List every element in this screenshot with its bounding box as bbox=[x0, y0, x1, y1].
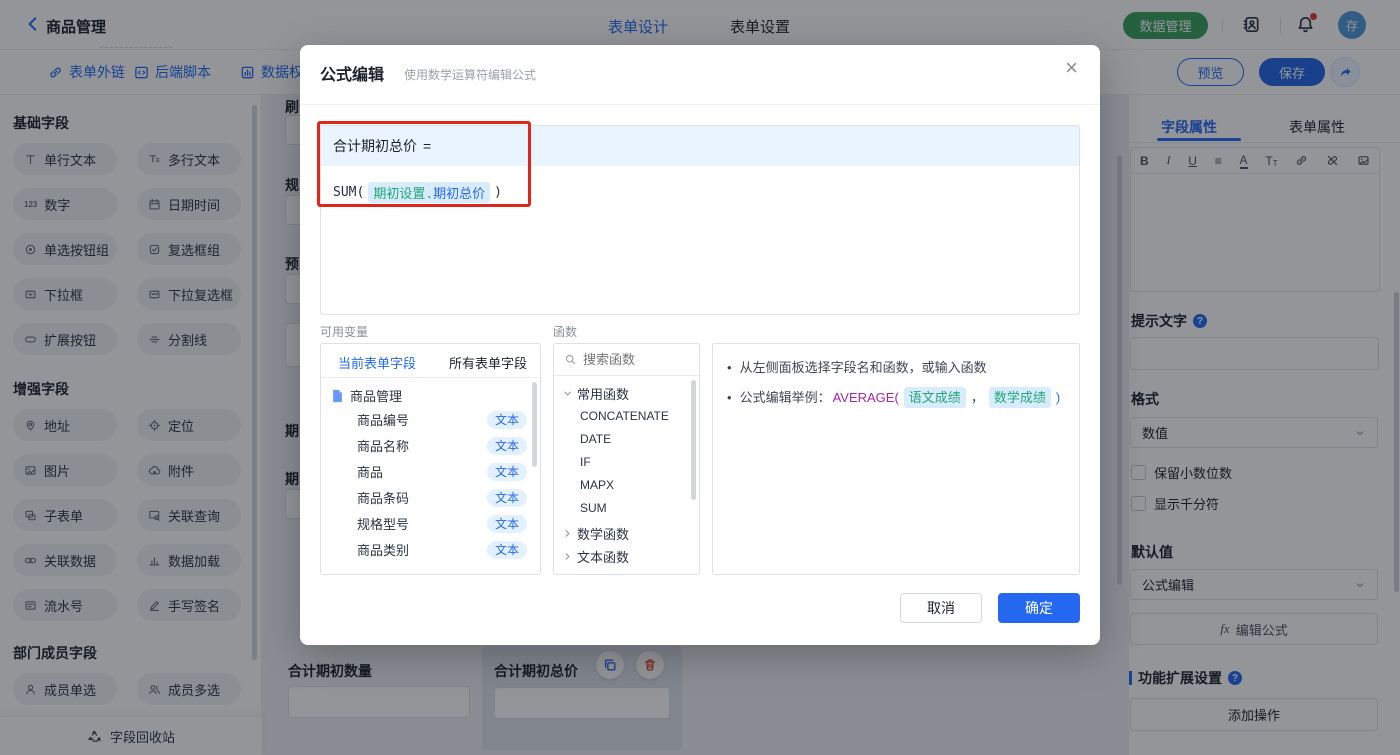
tab-all-form-fields[interactable]: 所有表单字段 bbox=[449, 353, 527, 372]
tree-field-row[interactable]: 商品类别 文本 bbox=[357, 540, 527, 559]
function-group-common[interactable]: 常用函数 bbox=[562, 384, 629, 403]
formula-function: SUM( bbox=[333, 185, 365, 200]
field-type-badge: 文本 bbox=[486, 540, 527, 559]
variables-label: 可用变量 bbox=[320, 325, 369, 339]
tree-field-row[interactable]: 商品编号 文本 bbox=[357, 410, 527, 429]
formula-editor[interactable]: 合计期初总价 = SUM( 期初设置.期初总价 ) bbox=[320, 125, 1080, 315]
tree-field-row[interactable]: 商品条码 文本 bbox=[357, 488, 527, 507]
help-tip-2: 公式编辑举例： AVERAGE( 语文成绩 ， 数学成绩 ) bbox=[727, 387, 1065, 408]
function-group-text[interactable]: 文本函数 bbox=[562, 547, 629, 566]
function-search[interactable] bbox=[554, 344, 699, 376]
equals-sign: = bbox=[423, 138, 432, 154]
function-item[interactable]: IF bbox=[580, 455, 591, 469]
functions-tree: 常用函数 CONCATENATE DATE IF MAPX SUM 数学函数 文… bbox=[554, 376, 699, 574]
variables-tabs: 当前表单字段 所有表单字段 bbox=[321, 344, 540, 378]
example-close-paren: ) bbox=[1055, 390, 1061, 405]
modal-header-divider bbox=[300, 104, 1100, 105]
formula-edit-modal: 公式编辑 使用数学运算符编辑公式 × 合计期初总价 = SUM( 期初设置.期初… bbox=[300, 45, 1100, 645]
chevron-right-icon bbox=[565, 553, 570, 560]
formula-close-paren: ) bbox=[494, 185, 502, 200]
example-arg-token: 语文成绩 bbox=[903, 387, 966, 408]
close-icon[interactable]: × bbox=[1065, 57, 1078, 79]
field-type-badge: 文本 bbox=[486, 462, 527, 481]
functions-panel: 常用函数 CONCATENATE DATE IF MAPX SUM 数学函数 文… bbox=[553, 343, 700, 575]
function-group-math[interactable]: 数学函数 bbox=[562, 524, 629, 543]
field-type-badge: 文本 bbox=[486, 514, 527, 533]
example-arg-token: 数学成绩 bbox=[988, 387, 1051, 408]
formula-target-bar: 合计期初总价 = bbox=[321, 126, 1079, 166]
tree-field-row[interactable]: 规格型号 文本 bbox=[357, 514, 527, 533]
functions-scrollbar[interactable] bbox=[691, 380, 696, 500]
modal-title: 公式编辑 bbox=[320, 67, 385, 84]
field-type-badge: 文本 bbox=[486, 436, 527, 455]
chevron-down-icon bbox=[564, 391, 571, 396]
tree-field-row[interactable]: 商品 文本 bbox=[357, 462, 527, 481]
functions-label: 函数 bbox=[553, 325, 578, 339]
variables-panel: 当前表单字段 所有表单字段 商品管理 商品编号 文本 商品名称 文本 商品 文本 商品… bbox=[320, 343, 541, 575]
field-type-badge: 文本 bbox=[486, 488, 527, 507]
field-type-badge: 文本 bbox=[486, 410, 527, 429]
help-panel: 从左侧面板选择字段名和函数，或输入函数 公式编辑举例： AVERAGE( 语文成… bbox=[712, 343, 1080, 575]
function-item[interactable]: DATE bbox=[580, 432, 611, 446]
function-search-input[interactable] bbox=[583, 352, 683, 367]
cancel-button[interactable]: 取消 bbox=[900, 593, 982, 623]
example-comma: ， bbox=[970, 390, 984, 405]
formula-target-field: 合计期初总价 bbox=[333, 138, 417, 154]
search-icon bbox=[565, 354, 576, 365]
example-function-name: AVERAGE( bbox=[832, 390, 899, 405]
variables-tree: 商品管理 商品编号 文本 商品名称 文本 商品 文本 商品条码 文本 规格型号 文本 商品… bbox=[321, 378, 540, 574]
tab-current-form-fields[interactable]: 当前表单字段 bbox=[338, 353, 416, 372]
document-icon bbox=[333, 389, 342, 402]
help-tip-1: 从左侧面板选择字段名和函数，或输入函数 bbox=[727, 358, 1065, 377]
function-item[interactable]: MAPX bbox=[580, 478, 614, 492]
tree-root-node[interactable]: 商品管理 bbox=[331, 386, 402, 405]
formula-expression[interactable]: SUM( 期初设置.期初总价 ) bbox=[321, 166, 1079, 219]
variables-scrollbar[interactable] bbox=[532, 382, 537, 467]
app-screen: 商品管理 表单设计 表单设置 数据管理 存 表单外链 后端脚本 数据权限 预览 … bbox=[0, 0, 1400, 755]
chevron-right-icon bbox=[565, 530, 570, 537]
tree-field-row[interactable]: 商品名称 文本 bbox=[357, 436, 527, 455]
function-item[interactable]: CONCATENATE bbox=[580, 409, 669, 423]
function-item[interactable]: SUM bbox=[580, 501, 607, 515]
modal-subtitle: 使用数学运算符编辑公式 bbox=[404, 68, 537, 82]
confirm-button[interactable]: 确定 bbox=[998, 593, 1080, 623]
formula-field-token[interactable]: 期初设置.期初总价 bbox=[368, 182, 491, 203]
